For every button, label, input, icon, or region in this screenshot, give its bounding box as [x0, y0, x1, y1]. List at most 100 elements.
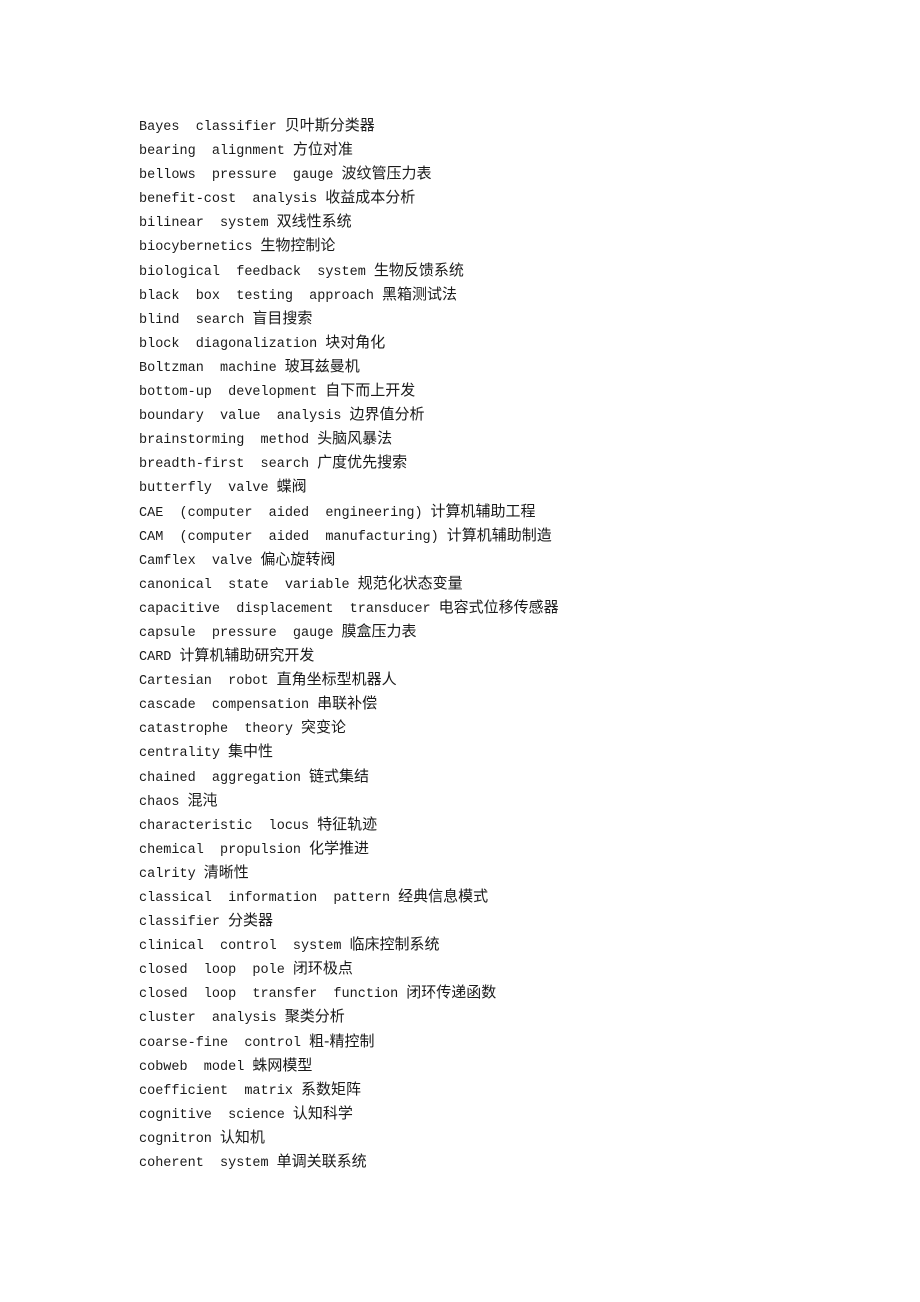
chinese-translation: 自下而上开发 [325, 381, 416, 400]
english-term: centrality [139, 746, 221, 762]
english-term: cobweb model [139, 1059, 245, 1075]
glossary-entry: CAE (computer aided engineering) 计算机辅助工程 [139, 499, 559, 523]
glossary-entry: capsule pressure gauge 膜盒压力表 [139, 619, 559, 643]
chinese-translation: 计算机辅助工程 [430, 501, 536, 520]
glossary-entry: CARD 计算机辅助研究开发 [139, 643, 559, 667]
chinese-translation: 直角坐标型机器人 [276, 670, 397, 689]
glossary-entry: closed loop pole 闭环极点 [139, 956, 559, 980]
english-term: butterfly valve [139, 481, 269, 497]
english-term: Bayes classifier [139, 120, 277, 135]
glossary-entry: chemical propulsion 化学推进 [139, 836, 559, 860]
english-term: cognitron [139, 1131, 212, 1147]
chinese-translation: 盲目搜索 [252, 308, 313, 327]
english-term: classifier [139, 915, 221, 931]
chinese-translation: 化学推进 [309, 838, 370, 857]
glossary-list: Bayes classifier 贝叶斯分类器 bearing alignment 方… [139, 113, 559, 1173]
chinese-translation: 特征轨迹 [317, 814, 378, 833]
chinese-translation: 方位对准 [292, 140, 353, 159]
glossary-entry: brainstorming method 头脑风暴法 [139, 426, 559, 450]
glossary-entry: biological feedback system 生物反馈系统 [139, 258, 559, 282]
glossary-entry: classifier 分类器 [139, 908, 559, 932]
glossary-entry: classical information pattern 经典信息模式 [139, 884, 559, 908]
english-term: bellows pressure gauge [139, 168, 334, 184]
chinese-translation: 临床控制系统 [349, 935, 440, 954]
english-term: chaos [139, 794, 180, 810]
glossary-entry: blind search 盲目搜索 [139, 306, 559, 330]
english-term: cognitive science [139, 1107, 285, 1123]
english-term: benefit-cost analysis [139, 192, 318, 208]
chinese-translation: 闭环传递函数 [406, 983, 497, 1002]
glossary-entry: Boltzman machine 玻耳兹曼机 [139, 354, 559, 378]
chinese-translation: 块对角化 [325, 332, 386, 351]
chinese-translation: 闭环极点 [292, 959, 353, 978]
chinese-translation: 聚类分析 [284, 1007, 345, 1026]
english-term: coherent system [139, 1156, 269, 1172]
glossary-entry: clinical control system 临床控制系统 [139, 932, 559, 956]
english-term: biological feedback system [139, 264, 366, 280]
english-term: coefficient matrix [139, 1083, 293, 1099]
chinese-translation: 膜盒压力表 [341, 621, 417, 640]
glossary-entry: biocybernetics 生物控制论 [139, 233, 559, 257]
glossary-entry: coherent system 单调关联系统 [139, 1149, 559, 1173]
english-term: cluster analysis [139, 1011, 277, 1027]
glossary-entry: coefficient matrix 系数矩阵 [139, 1077, 559, 1101]
glossary-entry: cluster analysis 聚类分析 [139, 1004, 559, 1028]
glossary-entry: bottom-up development 自下而上开发 [139, 378, 559, 402]
chinese-translation: 蝶阀 [276, 477, 307, 496]
english-term: CAE (computer aided engineering) [139, 505, 423, 521]
glossary-entry: coarse-fine control 粗-精控制 [139, 1029, 559, 1053]
glossary-entry: characteristic locus 特征轨迹 [139, 812, 559, 836]
chinese-translation: 电容式位移传感器 [438, 597, 559, 616]
chinese-translation: 贝叶斯分类器 [284, 116, 375, 134]
chinese-translation: 粗-精控制 [309, 1031, 375, 1050]
glossary-entry: cascade compensation 串联补偿 [139, 691, 559, 715]
english-term: black box testing approach [139, 288, 374, 304]
glossary-entry: centrality 集中性 [139, 739, 559, 763]
english-term: chained aggregation [139, 770, 302, 786]
english-term: bearing alignment [139, 144, 285, 160]
chinese-translation: 双线性系统 [276, 212, 352, 231]
chinese-translation: 集中性 [228, 742, 274, 761]
english-term: Boltzman machine [139, 360, 277, 376]
english-term: CARD [139, 650, 172, 666]
glossary-entry: canonical state variable 规范化状态变量 [139, 571, 559, 595]
chinese-translation: 生物控制论 [260, 236, 336, 255]
chinese-translation: 头脑风暴法 [317, 429, 393, 448]
glossary-entry: black box testing approach 黑箱测试法 [139, 282, 559, 306]
chinese-translation: 清晰性 [203, 862, 249, 881]
english-term: clinical control system [139, 939, 342, 955]
chinese-translation: 波纹管压力表 [341, 164, 432, 183]
glossary-entry: Camflex valve 偏心旋转阀 [139, 547, 559, 571]
chinese-translation: 混沌 [187, 790, 218, 809]
chinese-translation: 生物反馈系统 [373, 260, 464, 279]
glossary-entry: breadth-first search 广度优先搜索 [139, 450, 559, 474]
chinese-translation: 规范化状态变量 [357, 573, 463, 592]
glossary-entry: boundary value analysis 边界值分析 [139, 402, 559, 426]
glossary-entry: cobweb model 蛛网模型 [139, 1053, 559, 1077]
english-term: closed loop transfer function [139, 987, 399, 1003]
english-term: breadth-first search [139, 457, 310, 473]
glossary-entry: bellows pressure gauge 波纹管压力表 [139, 161, 559, 185]
english-term: characteristic locus [139, 818, 310, 834]
english-term: calrity [139, 866, 196, 882]
english-term: blind search [139, 312, 245, 328]
english-term: bilinear system [139, 216, 269, 232]
english-term: canonical state variable [139, 577, 350, 593]
chinese-translation: 蛛网模型 [252, 1055, 313, 1074]
english-term: classical information pattern [139, 891, 391, 906]
glossary-entry: benefit-cost analysis 收益成本分析 [139, 185, 559, 209]
english-term: biocybernetics [139, 240, 253, 256]
chinese-translation: 偏心旋转阀 [260, 549, 336, 568]
chinese-translation: 经典信息模式 [398, 887, 489, 905]
chinese-translation: 认知机 [219, 1127, 265, 1146]
english-term: coarse-fine control [139, 1035, 302, 1051]
glossary-entry: calrity 清晰性 [139, 860, 559, 884]
chinese-translation: 玻耳兹曼机 [284, 356, 360, 375]
chinese-translation: 收益成本分析 [325, 188, 416, 207]
chinese-translation: 边界值分析 [349, 405, 425, 424]
glossary-entry: capacitive displacement transducer 电容式位移传… [139, 595, 559, 619]
chinese-translation: 链式集结 [309, 766, 370, 785]
chinese-translation: 分类器 [228, 911, 274, 930]
glossary-entry: chaos 混沌 [139, 788, 559, 812]
glossary-entry: block diagonalization 块对角化 [139, 330, 559, 354]
